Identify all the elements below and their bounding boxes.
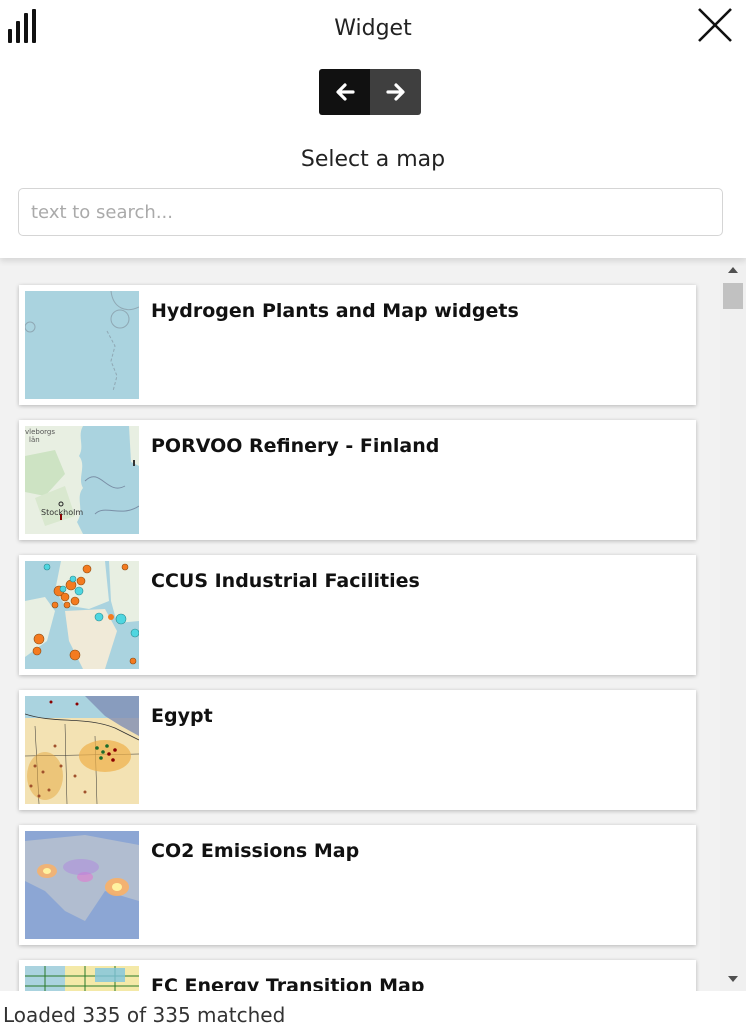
map-thumbnail [25,966,139,991]
search-input[interactable] [18,188,723,236]
map-card-ccus[interactable]: CCUS Industrial Facilities [19,555,696,675]
arrow-right-icon [385,83,405,101]
map-card-title: CO2 Emissions Map [151,840,360,862]
map-label: Stockholm [41,508,83,517]
footer: Loaded 335 of 335 matched [0,991,746,1035]
header: Widget Select a map [0,0,746,258]
next-button[interactable] [370,69,421,115]
map-thumbnail [25,561,139,669]
close-icon[interactable] [697,7,733,43]
map-card-co2[interactable]: CO2 Emissions Map [19,825,696,945]
arrow-left-icon [335,83,355,101]
map-card-porvoo[interactable]: vleborgs län Stockholm PORVOO Refinery -… [19,420,696,540]
map-label: län [29,436,40,444]
map-label: vleborgs [25,428,55,436]
map-card-title: Egypt [151,705,213,727]
map-list[interactable]: Hydrogen Plants and Map widgets vleborgs [0,258,720,991]
map-thumbnail [25,696,139,804]
map-card-egypt[interactable]: Egypt [19,690,696,810]
scrollbar[interactable] [720,258,746,991]
previous-button[interactable] [319,69,370,115]
scrollbar-thumb[interactable] [723,283,743,309]
map-card-title: FC Energy Transition Map [151,975,425,991]
map-navigation [319,69,421,115]
map-card-title: CCUS Industrial Facilities [151,570,420,592]
map-thumbnail: vleborgs län Stockholm [25,426,139,534]
map-thumbnail [25,291,139,399]
scroll-up-arrow-icon[interactable] [720,261,746,279]
status-text: Loaded 335 of 335 matched [3,1003,286,1027]
scroll-down-arrow-icon[interactable] [720,970,746,988]
map-card-hydrogen[interactable]: Hydrogen Plants and Map widgets [19,285,696,405]
map-card-title: Hydrogen Plants and Map widgets [151,300,519,322]
widget-panel: Widget Select a map text to search... Hy… [0,0,746,1035]
select-map-heading: Select a map [300,147,446,172]
page-title: Widget [334,16,412,41]
map-card-title: PORVOO Refinery - Finland [151,435,440,457]
map-card-fc-energy[interactable]: FC Energy Transition Map [19,960,696,991]
map-thumbnail [25,831,139,939]
